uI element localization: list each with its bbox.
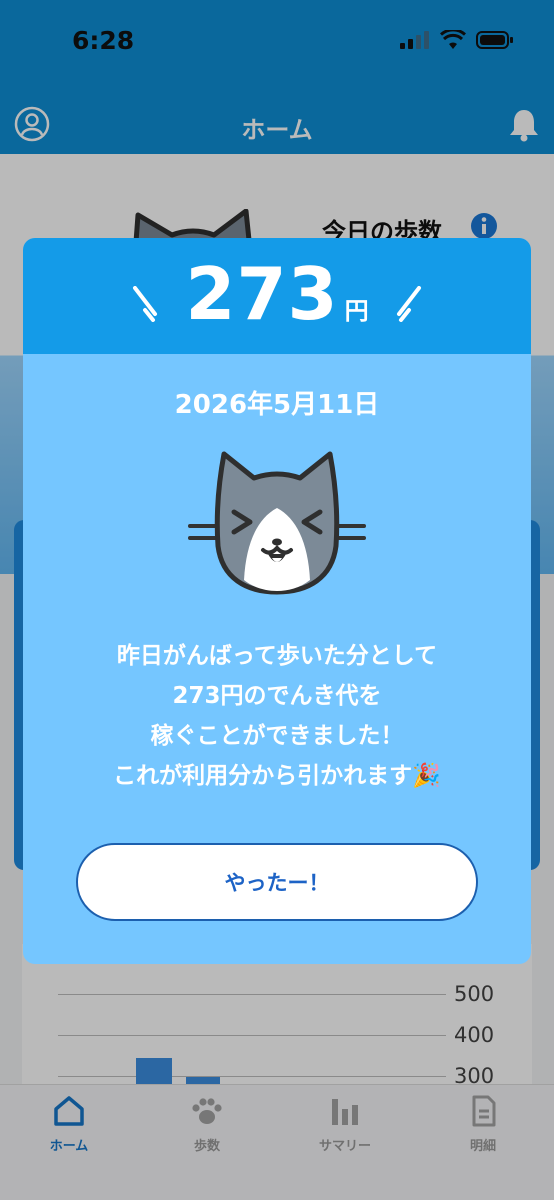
sparkle-right-icon [397,286,421,322]
reward-date: 2026年5月11日 [174,390,380,420]
message-line: 稼ぐことができました！ [150,723,404,749]
amount-value: 273 [185,252,339,336]
reward-message: 昨日がんばって歩いた分として 273円のでんき代を 稼ぐことができました！ これ… [23,636,531,796]
message-line: 昨日がんばって歩いた分として [116,643,438,669]
reward-modal: 273 円 2026年5月11日 昨日がんばって歩いた分として 273円のでんき代… [23,238,531,964]
modal-header: 273 円 [23,238,531,354]
amount-unit: 円 [344,297,369,325]
message-line: これが利用分から引かれます🎉 [113,763,441,789]
happy-cat-icon [188,451,366,595]
reward-amount: 273 円 [23,252,531,336]
message-line: 273円のでんき代を [172,683,382,709]
confirm-button[interactable]: やったー！ [76,843,478,921]
